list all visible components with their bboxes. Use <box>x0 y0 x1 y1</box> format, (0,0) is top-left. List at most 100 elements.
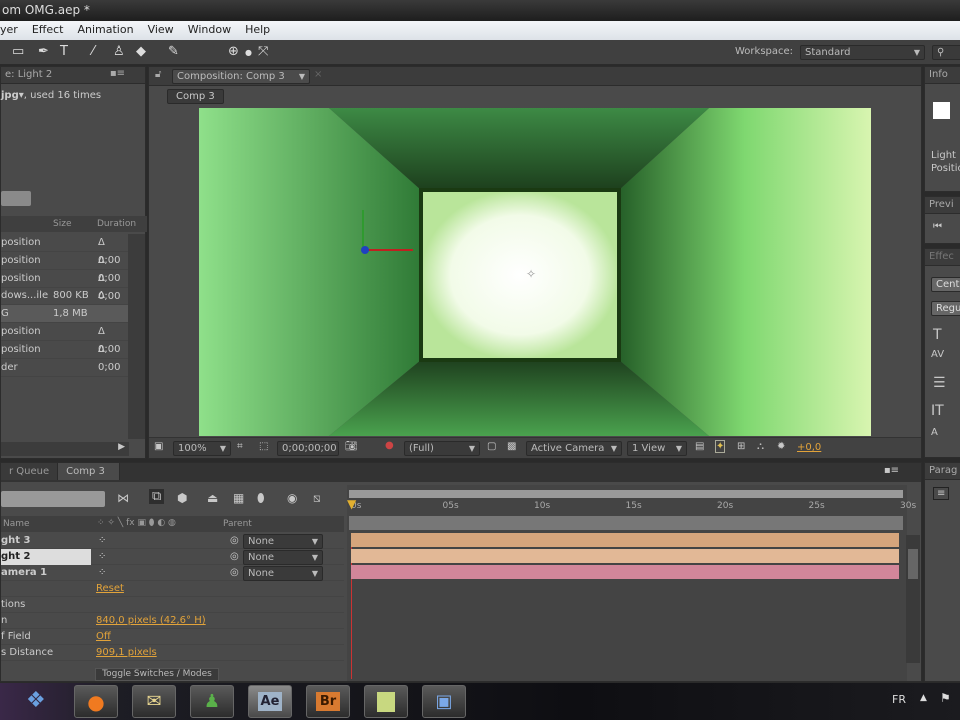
project-item[interactable]: dows...ile800 KBΔ 0;00 <box>1 287 129 319</box>
comp-breadcrumb[interactable]: Comp 3 <box>167 89 224 104</box>
column-parent[interactable]: Parent <box>223 519 252 529</box>
language-indicator[interactable]: FR <box>892 693 906 706</box>
channel-icon[interactable]: ● <box>385 440 394 451</box>
taskbar-mail[interactable]: ✉ <box>132 685 176 718</box>
pickwhip-icon[interactable]: ◎ <box>230 565 239 581</box>
close-icon[interactable]: × <box>314 69 322 80</box>
project-scrollbar[interactable] <box>128 234 145 439</box>
dot-icon[interactable]: ● <box>245 48 252 57</box>
info-panel-title[interactable]: Info <box>925 67 960 84</box>
menu-animation[interactable]: Animation <box>77 23 133 40</box>
timeline-scrollbar[interactable] <box>906 535 920 663</box>
first-frame-icon[interactable]: ⏮ <box>933 221 942 232</box>
brainstorm-icon[interactable]: ◉ <box>287 491 297 505</box>
visibility-icon[interactable]: ⁘ <box>98 533 106 549</box>
column-duration[interactable]: Duration <box>97 219 136 229</box>
view-layout-dropdown[interactable]: 1 View ▼ <box>627 441 687 456</box>
taskbar-after-effects[interactable]: Ae <box>248 685 292 718</box>
align-left-icon[interactable]: ≡ <box>933 487 950 500</box>
rectangle-tool-icon[interactable]: ▭ <box>12 44 24 59</box>
project-item[interactable]: der <box>1 359 129 377</box>
taskbar-sticky-notes[interactable] <box>364 685 408 718</box>
paragraph-panel-title[interactable]: Parag <box>925 463 960 480</box>
layer-name[interactable]: amera 1 <box>1 567 47 578</box>
show-hidden-icons[interactable]: ▲ <box>920 693 927 703</box>
project-item[interactable]: position Δ 0;00 <box>1 252 129 284</box>
pickwhip-icon[interactable]: ◎ <box>230 549 239 565</box>
font-style-dropdown[interactable]: Regul <box>931 301 960 316</box>
eraser-tool-icon[interactable]: ◆ <box>136 44 146 59</box>
timeline-icon[interactable]: ⊞ <box>737 441 745 452</box>
project-horizontal-scrollbar[interactable]: ▶ <box>1 442 129 456</box>
frame-blending-icon[interactable]: ▦ <box>233 491 244 505</box>
project-item[interactable]: position Δ 0;00 <box>1 323 129 355</box>
time-navigator[interactable] <box>349 516 903 530</box>
tab-comp-3[interactable]: Comp 3 <box>58 463 120 480</box>
live-update-icon[interactable]: ⧉ <box>149 489 165 504</box>
layer-duration-bar[interactable] <box>351 549 899 563</box>
exposure-value[interactable]: +0,0 <box>797 442 821 453</box>
project-item[interactable]: position Δ 0;00 <box>1 234 129 266</box>
layer-name[interactable]: ght 2 <box>1 549 91 565</box>
always-preview-icon[interactable]: ▣ <box>154 441 163 452</box>
menu-effect[interactable]: Effect <box>32 23 64 40</box>
panel-menu-icon[interactable]: ▪≡ <box>884 465 899 476</box>
layer-search-input[interactable] <box>1 491 105 507</box>
snapshot-icon[interactable]: 📷︎ <box>345 441 358 452</box>
pickwhip-icon[interactable]: ◎ <box>230 533 239 549</box>
layer-name[interactable]: ght 3 <box>1 535 31 546</box>
search-help-input[interactable]: ⚲ <box>932 45 960 60</box>
magnification-dropdown[interactable]: 100% ▼ <box>173 441 231 456</box>
type-tool-icon[interactable]: T <box>60 44 68 59</box>
resolution-dropdown[interactable]: (Full) ▼ <box>404 441 480 456</box>
property-value[interactable]: Off <box>96 629 111 645</box>
time-ruler[interactable]: 0s 05s 10s 15s 20s 25s 30s <box>347 499 916 515</box>
clone-stamp-tool-icon[interactable]: ♙ <box>113 44 125 59</box>
axis-mode-icon[interactable]: ⊕ <box>228 44 239 59</box>
layer-row[interactable]: amera 1 ⁘ ◎ None ▼ <box>1 565 344 581</box>
layer-duration-bar[interactable] <box>351 533 899 547</box>
graph-editor-icon[interactable]: ⧅ <box>313 491 321 506</box>
column-name[interactable]: Name <box>3 519 30 529</box>
font-family-dropdown[interactable]: Centu <box>931 277 960 292</box>
pixel-aspect-icon[interactable]: ▤ <box>695 441 704 452</box>
parent-dropdown[interactable]: None ▼ <box>243 550 323 565</box>
project-item[interactable]: position Δ 0;00 <box>1 341 129 373</box>
parent-dropdown[interactable]: None ▼ <box>243 566 323 581</box>
taskbar-messenger[interactable]: ♟ <box>190 685 234 718</box>
toggle-switches-modes-button[interactable]: Toggle Switches / Modes <box>95 668 219 681</box>
workspace-dropdown[interactable]: Standard ▼ <box>800 45 925 60</box>
current-time-field[interactable]: 0;00;00;00 <box>277 441 339 456</box>
composition-viewer[interactable]: ✧ <box>199 108 871 436</box>
project-item[interactable]: G 1,8 MB <box>1 305 129 324</box>
project-search-field[interactable] <box>1 191 31 206</box>
visibility-icon[interactable]: ⁘ <box>98 549 106 565</box>
region-of-interest-icon[interactable]: ⌗ <box>237 441 243 452</box>
menu-layer[interactable]: yer <box>0 23 18 40</box>
3d-view-dropdown[interactable]: Active Camera ▼ <box>526 441 622 456</box>
tab-render-queue[interactable]: r Queue <box>1 463 59 480</box>
work-area-bar[interactable] <box>349 490 903 498</box>
visibility-icon[interactable]: ⁘ <box>98 565 106 581</box>
property-value[interactable]: 909,1 pixels <box>96 645 157 661</box>
taskbar-firefox[interactable]: ● <box>74 685 118 718</box>
hide-shy-layers-icon[interactable]: ⏏ <box>207 491 218 505</box>
flowchart-icon[interactable]: ⛬ <box>757 441 764 452</box>
parent-dropdown[interactable]: None ▼ <box>243 534 323 549</box>
fast-preview-icon[interactable]: ✦ <box>715 440 726 453</box>
exposure-icon[interactable]: ✹ <box>777 441 785 452</box>
effects-panel-title[interactable]: Effec <box>925 249 960 266</box>
taskbar-media-player[interactable]: ▣ <box>422 685 466 718</box>
playhead-icon[interactable]: ▼ <box>347 497 356 511</box>
property-value[interactable]: Reset <box>96 581 124 597</box>
draft-3d-icon[interactable]: ⬢ <box>177 491 187 505</box>
taskbar-bridge[interactable]: Br <box>306 685 350 718</box>
layer-row[interactable]: ght 2 ⁘ ◎ None ▼ <box>1 549 344 565</box>
menu-view[interactable]: View <box>148 23 174 40</box>
scroll-right-icon[interactable]: ▶ <box>118 442 125 452</box>
menu-window[interactable]: Window <box>188 23 231 40</box>
motion-blur-icon[interactable]: ⬮ <box>257 491 265 506</box>
puppet-tool-icon[interactable]: ✎ <box>168 44 179 59</box>
world-axis-icon[interactable]: ⤧ <box>258 44 268 59</box>
layer-duration-bar[interactable] <box>351 565 899 579</box>
